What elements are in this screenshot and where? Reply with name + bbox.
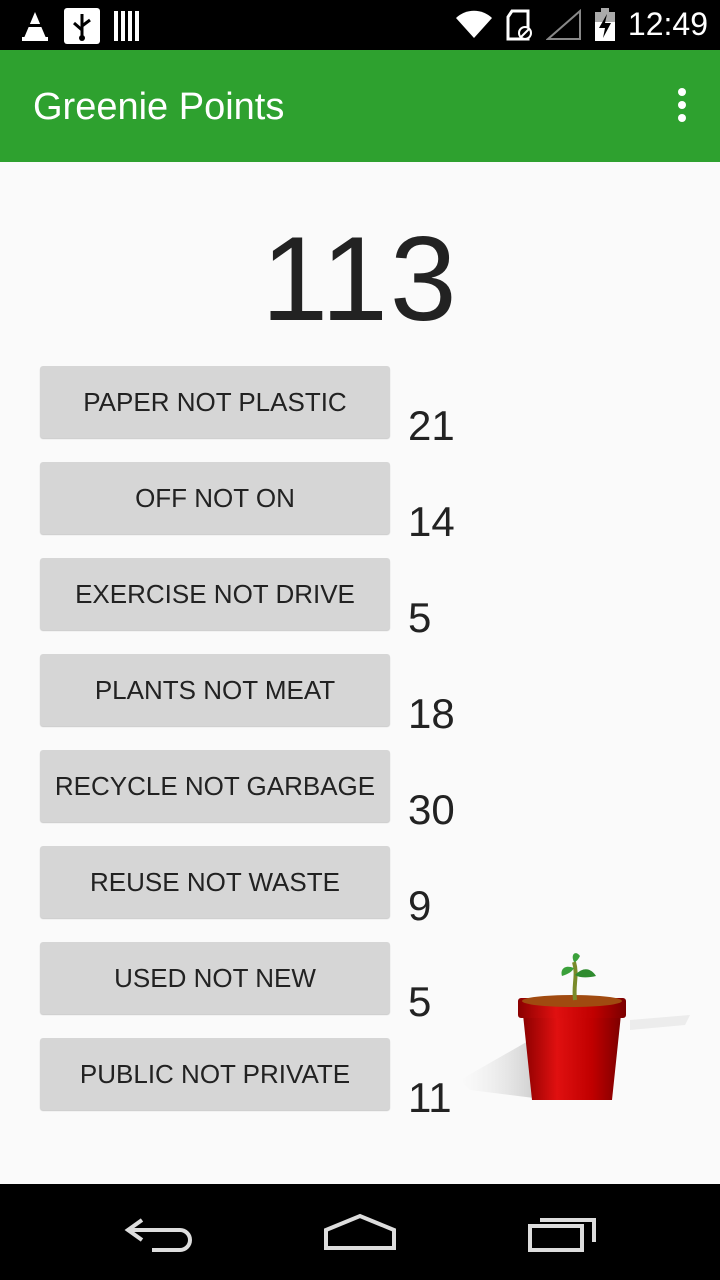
action-count: 5 [408, 978, 432, 1025]
battery-charging-icon [594, 7, 615, 41]
plants-not-meat-button[interactable]: PLANTS NOT MEAT [40, 654, 390, 726]
nav-bar [0, 1184, 720, 1280]
action-row: OFF NOT ON 14 [40, 462, 680, 545]
action-count: 11 [408, 1074, 452, 1121]
overflow-menu-icon[interactable] [674, 88, 690, 128]
barcode-icon [114, 11, 139, 41]
app-bar: Greenie Points [0, 50, 720, 162]
used-not-new-button[interactable]: USED NOT NEW [40, 942, 390, 1014]
status-bar: 12:49 [0, 0, 720, 50]
action-row: REUSE NOT WASTE 9 [40, 846, 680, 929]
action-count: 18 [408, 690, 455, 737]
signal-icon [545, 8, 581, 40]
exercise-not-drive-button[interactable]: EXERCISE NOT DRIVE [40, 558, 390, 630]
action-row: PAPER NOT PLASTIC 21 [40, 366, 680, 449]
app-title: Greenie Points [33, 86, 285, 128]
recycle-not-garbage-button[interactable]: RECYCLE NOT GARBAGE [40, 750, 390, 822]
wifi-icon [455, 10, 492, 38]
action-count: 21 [408, 402, 455, 449]
recent-apps-icon[interactable] [522, 1212, 602, 1252]
public-not-private-button[interactable]: PUBLIC NOT PRIVATE [40, 1038, 390, 1110]
sd-card-icon [506, 9, 532, 40]
plant-pot-icon [460, 953, 690, 1100]
action-count: 5 [408, 594, 432, 641]
action-count: 14 [408, 498, 455, 545]
paper-not-plastic-button[interactable]: PAPER NOT PLASTIC [40, 366, 390, 438]
reuse-not-waste-button[interactable]: REUSE NOT WASTE [40, 846, 390, 918]
action-row: EXERCISE NOT DRIVE 5 [40, 558, 680, 641]
off-not-on-button[interactable]: OFF NOT ON [40, 462, 390, 534]
status-time: 12:49 [627, 6, 708, 42]
action-row: RECYCLE NOT GARBAGE 30 [40, 750, 680, 833]
home-icon[interactable] [320, 1212, 400, 1252]
action-count: 30 [408, 786, 455, 833]
action-row: PLANTS NOT MEAT 18 [40, 654, 680, 737]
usb-icon [64, 8, 100, 44]
action-count: 9 [408, 882, 432, 929]
total-points: 113 [261, 212, 459, 346]
back-icon[interactable] [122, 1212, 202, 1252]
vlc-cone-icon [22, 12, 48, 41]
